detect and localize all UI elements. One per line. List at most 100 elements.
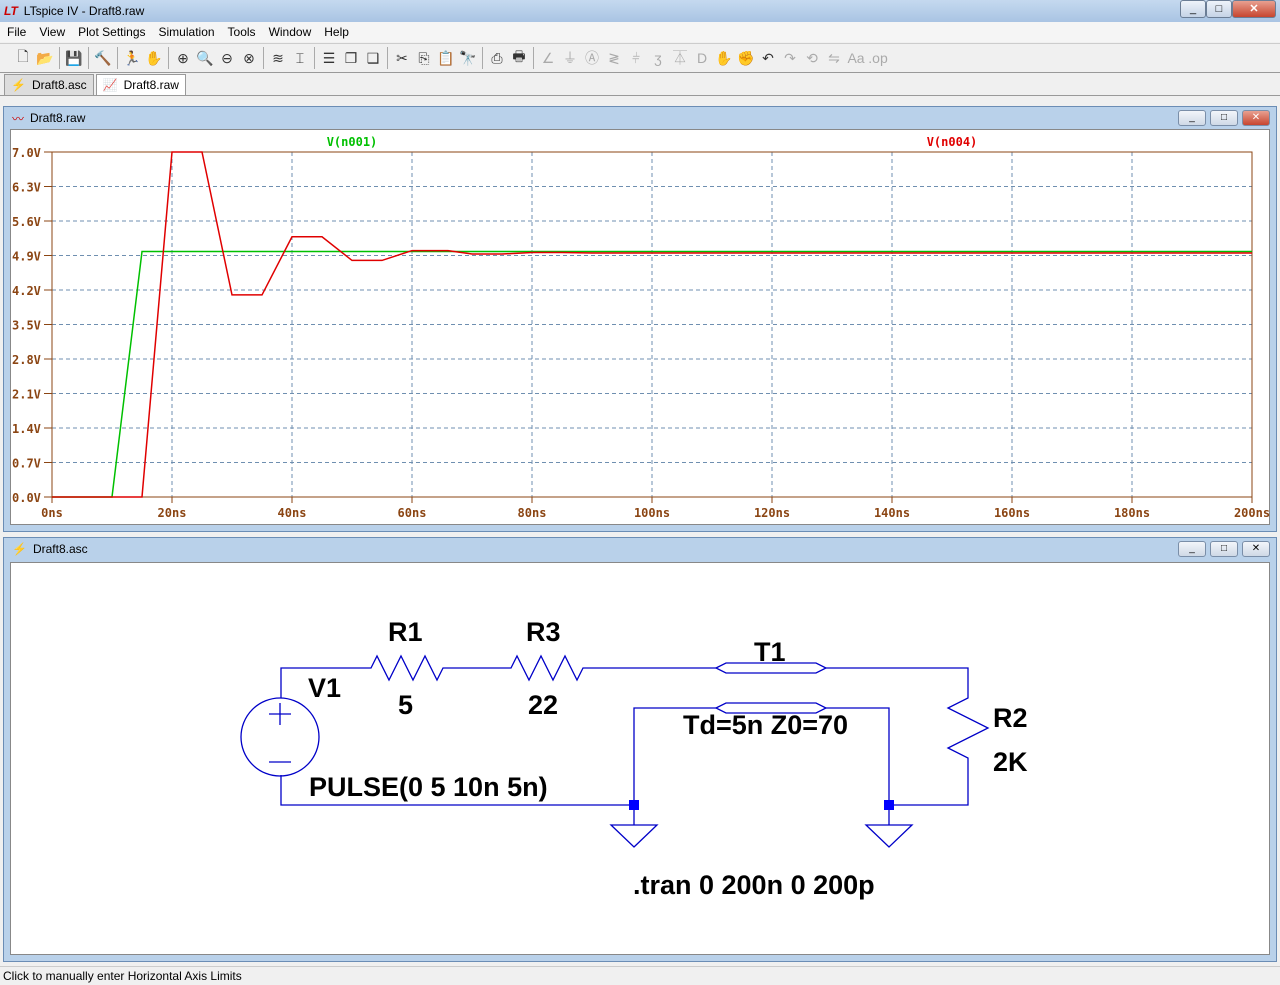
toolbar-separator	[59, 47, 60, 69]
resistor-icon[interactable]: ≷	[603, 47, 625, 69]
menu-simulation[interactable]: Simulation	[159, 25, 215, 39]
maximize-button[interactable]: □	[1206, 0, 1232, 18]
toolbar-separator	[314, 47, 315, 69]
title-bar: LT LTspice IV - Draft8.raw _ □ ✕	[0, 0, 1280, 22]
menu-tools[interactable]: Tools	[228, 25, 256, 39]
r3-value[interactable]: 22	[528, 690, 558, 720]
inductor-icon[interactable]: ʒ	[647, 47, 669, 69]
component-icon[interactable]: D	[691, 47, 713, 69]
waveform-chart[interactable]: 0.0V 0.7V 1.4V 2.1V 2.8V 3.5V 4.2V 4.9V 5.6V 6.3V…	[11, 130, 1273, 524]
open-icon[interactable]: 📂	[34, 47, 56, 69]
text-icon[interactable]: Aa	[845, 47, 867, 69]
control-panel-icon[interactable]: 🔨	[92, 47, 114, 69]
x-tick-label: 160ns	[994, 506, 1030, 520]
x-tick-label: 200ns	[1234, 506, 1270, 520]
waveform-icon: 📈	[102, 78, 118, 92]
tile-vertical-icon[interactable]: ❑	[362, 47, 384, 69]
r2-value[interactable]: 2K	[993, 747, 1028, 777]
autorange-icon[interactable]: ≋	[267, 47, 289, 69]
undo-icon[interactable]: ↶	[757, 47, 779, 69]
paste-icon[interactable]: 📋	[435, 47, 457, 69]
y-tick-label: 6.3V	[12, 181, 41, 195]
cascade-icon[interactable]: ❐	[340, 47, 362, 69]
node-junction	[884, 800, 894, 810]
new-schematic-icon[interactable]: 🗋	[12, 47, 34, 69]
spice-directive[interactable]: .tran 0 200n 0 200p	[633, 870, 875, 900]
node-junction	[629, 800, 639, 810]
y-tick-label: 4.9V	[12, 250, 41, 264]
print-icon[interactable]: 🖶	[508, 47, 530, 69]
minimize-button[interactable]: _	[1178, 541, 1206, 557]
toolbar-separator	[263, 47, 264, 69]
document-tabs: ⚡ Draft8.asc 📈 Draft8.raw	[0, 74, 1280, 96]
label-icon[interactable]: Ⓐ	[581, 47, 603, 69]
schematic-icon: ⚡	[12, 542, 27, 556]
halt-icon[interactable]: ✋	[143, 47, 165, 69]
app-logo: LT	[4, 4, 18, 18]
ground-icon[interactable]: ⏚	[559, 47, 581, 69]
menu-plot-settings[interactable]: Plot Settings	[78, 25, 145, 39]
transmission-line-t1[interactable]	[714, 662, 828, 714]
tab-draft8-raw[interactable]: 📈 Draft8.raw	[95, 74, 186, 95]
r2-label[interactable]: R2	[993, 703, 1028, 733]
zoom-in-icon[interactable]: ⊕	[172, 47, 194, 69]
zoom-out-icon[interactable]: ⊖	[216, 47, 238, 69]
v1-value[interactable]: PULSE(0 5 10n 5n)	[309, 772, 548, 802]
toolbar-separator	[168, 47, 169, 69]
menu-help[interactable]: Help	[324, 25, 349, 39]
waveform-icon: 〰	[12, 111, 25, 126]
cut-icon[interactable]: ✂	[391, 47, 413, 69]
close-button[interactable]: ✕	[1242, 541, 1270, 557]
window-title: LTspice IV - Draft8.raw	[23, 4, 145, 18]
wire-icon[interactable]: ∠	[537, 47, 559, 69]
spice-directive-icon[interactable]: .op	[867, 47, 889, 69]
capacitor-icon[interactable]: ⫩	[625, 47, 647, 69]
tile-horizontal-icon[interactable]: ☰	[318, 47, 340, 69]
schematic-canvas[interactable]: V1 PULSE(0 5 10n 5n) R1 5 R3 22 T1 Td=5n…	[10, 562, 1270, 955]
tab-label: Draft8.asc	[31, 78, 87, 92]
maximize-button[interactable]: □	[1210, 110, 1238, 126]
menu-view[interactable]: View	[39, 25, 65, 39]
minimize-button[interactable]: _	[1178, 110, 1206, 126]
toolbar-separator	[533, 47, 534, 69]
trace-label: V(n004)	[927, 135, 978, 149]
r1-value[interactable]: 5	[398, 690, 413, 720]
x-tick-label: 20ns	[158, 506, 187, 520]
close-button[interactable]: ✕	[1232, 0, 1276, 18]
y-tick-label: 3.5V	[12, 319, 41, 333]
print-setup-icon[interactable]: ⎙	[486, 47, 508, 69]
x-tick-label: 100ns	[634, 506, 670, 520]
zoom-pan-icon[interactable]: 🔍	[194, 47, 216, 69]
plot-window-title: Draft8.raw	[30, 111, 86, 125]
save-icon[interactable]: 💾	[63, 47, 85, 69]
toolbar-separator	[88, 47, 89, 69]
tab-draft8-asc[interactable]: ⚡ Draft8.asc	[4, 74, 94, 95]
v1-label[interactable]: V1	[308, 673, 341, 703]
minimize-button[interactable]: _	[1180, 0, 1206, 18]
drag-icon[interactable]: ✊	[735, 47, 757, 69]
find-icon[interactable]: 🔭	[457, 47, 479, 69]
t1-label[interactable]: T1	[754, 637, 786, 667]
redo-icon[interactable]: ↷	[779, 47, 801, 69]
toolbar-separator	[482, 47, 483, 69]
r1-label[interactable]: R1	[388, 617, 423, 647]
rotate-icon[interactable]: ⟲	[801, 47, 823, 69]
move-icon[interactable]: ✋	[713, 47, 735, 69]
maximize-button[interactable]: □	[1210, 541, 1238, 557]
x-tick-label: 140ns	[874, 506, 910, 520]
menu-file[interactable]: File	[7, 25, 26, 39]
zoom-cancel-icon[interactable]: ⊗	[238, 47, 260, 69]
run-icon[interactable]: 🏃	[121, 47, 143, 69]
mark-unconnected-icon[interactable]: ⌶	[289, 47, 311, 69]
close-button[interactable]: ✕	[1242, 110, 1270, 126]
menu-window[interactable]: Window	[269, 25, 312, 39]
diode-icon[interactable]: ⏄	[669, 47, 691, 69]
schematic-drawing[interactable]: V1 PULSE(0 5 10n 5n) R1 5 R3 22 T1 Td=5n…	[11, 563, 1271, 954]
r3-label[interactable]: R3	[526, 617, 561, 647]
x-tick-label: 60ns	[398, 506, 427, 520]
t1-value[interactable]: Td=5n Z0=70	[683, 710, 848, 740]
plot-area[interactable]: 0.0V 0.7V 1.4V 2.1V 2.8V 3.5V 4.2V 4.9V 5.6V 6.3V…	[10, 129, 1270, 525]
mirror-icon[interactable]: ⇋	[823, 47, 845, 69]
y-tick-label: 4.2V	[12, 284, 41, 298]
copy-icon[interactable]: ⎘	[413, 47, 435, 69]
